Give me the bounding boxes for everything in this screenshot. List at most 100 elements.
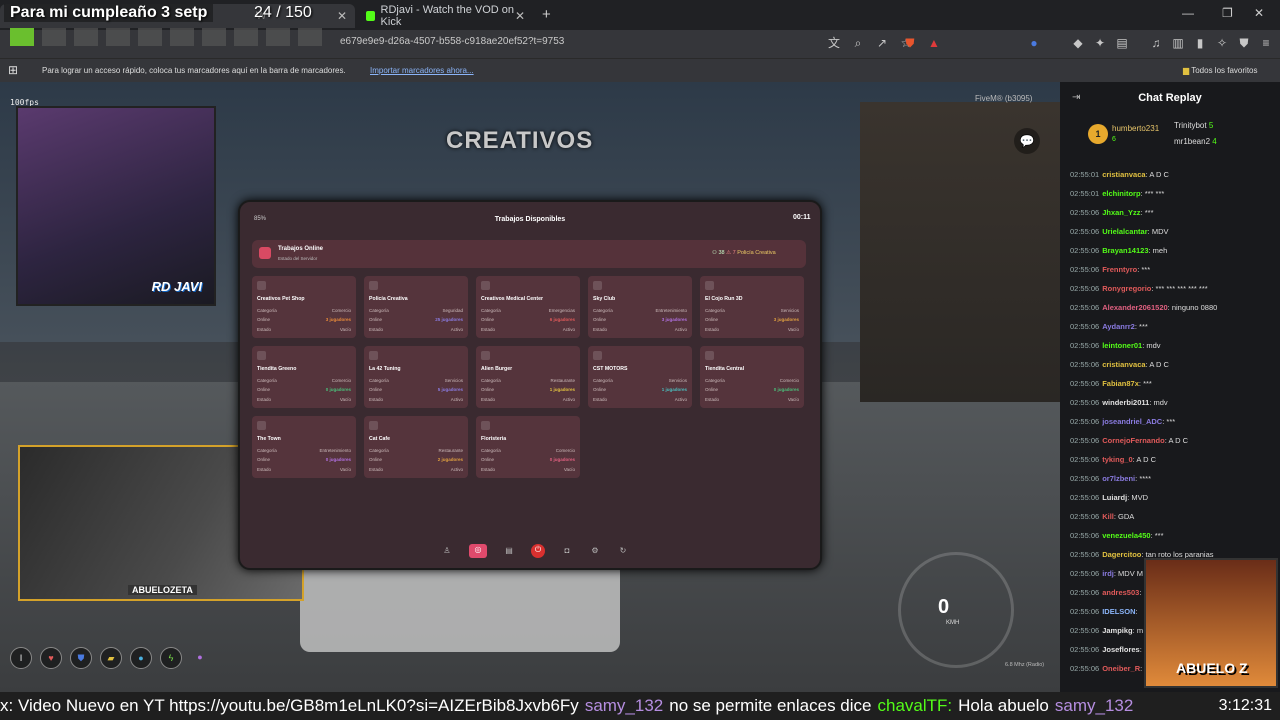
job-card[interactable]: Cat Cafe Categoría Restaurante Online 2 ju… <box>364 416 468 478</box>
new-tab-icon[interactable]: + <box>542 6 551 23</box>
progress-square <box>74 28 98 46</box>
message-user[interactable]: leintoner01 <box>1102 341 1142 350</box>
job-card[interactable]: Alien Burger Categoría Restaurante Online… <box>476 346 580 408</box>
job-label: Online <box>369 317 383 322</box>
message-user[interactable]: cristianvaca <box>1102 170 1145 179</box>
message-user[interactable]: Brayan14123 <box>1102 246 1148 255</box>
message-user[interactable]: tyking_0 <box>1102 455 1132 464</box>
maximize-icon[interactable]: ❐ <box>1222 6 1233 20</box>
job-card[interactable]: Creativos Medical Center Categoría Emerge… <box>476 276 580 338</box>
menu-icon[interactable]: ≡ <box>1258 35 1274 51</box>
stream-time: 3:12:31 <box>1214 697 1272 715</box>
message-user[interactable]: Aydanrr2 <box>1102 322 1135 331</box>
message-user[interactable]: venezuela450 <box>1102 531 1150 540</box>
webcam-abuelo-z: ABUELO Z <box>1144 558 1278 688</box>
tablet-title: Trabajos Disponibles <box>494 216 566 223</box>
message-user[interactable]: Dagercitoo <box>1102 550 1141 559</box>
job-card[interactable]: Tiendita Central Categoría Comercio Onlin… <box>700 346 804 408</box>
import-bookmarks-link[interactable]: Importar marcadores ahora... <box>370 66 474 75</box>
hunger-icon: ▰ <box>100 647 122 669</box>
media-icon[interactable]: ♫ <box>1148 35 1164 51</box>
message-user[interactable]: irdj <box>1102 569 1114 578</box>
job-row: Estado Vacío <box>705 397 799 402</box>
power-icon[interactable]: ⏻ <box>531 544 545 558</box>
message-user[interactable]: Urielalcantar <box>1102 227 1147 236</box>
job-row: Online 0 jugadores <box>705 387 799 392</box>
message-time: 02:55:06 <box>1070 322 1100 331</box>
job-row: Categoría Servicios <box>705 308 799 313</box>
wallet-icon[interactable]: ◆ <box>1070 35 1086 51</box>
message-user[interactable]: elchinitorp <box>1102 189 1140 198</box>
job-card[interactable]: La 42 Tuning Categoría Servicios Online 5 … <box>364 346 468 408</box>
job-row: Categoría Servicios <box>593 378 687 383</box>
job-row: Categoría Comercio <box>257 308 351 313</box>
user-icon[interactable]: ♙ <box>441 545 453 557</box>
share-icon[interactable]: ↗ <box>874 35 890 51</box>
translate-icon[interactable]: 文 <box>826 35 842 51</box>
url-field[interactable]: e679e9e9-d26a-4507-b558-c918ae20ef52?t=9… <box>340 36 564 47</box>
message-user[interactable]: Alexander2061520 <box>1102 303 1167 312</box>
message-user[interactable]: Joseflores <box>1102 645 1140 654</box>
leader-name: mr1bean2 <box>1174 137 1211 146</box>
jobs-app-icon[interactable]: ◎ <box>469 544 487 558</box>
message-user[interactable]: cristianvaca <box>1102 360 1145 369</box>
leader-item[interactable]: Trinitybot 5 <box>1174 121 1213 130</box>
message-user[interactable]: CornejoFernando <box>1102 436 1165 445</box>
message-user[interactable]: Fabian87x <box>1102 379 1139 388</box>
stat-link[interactable]: Policía Creativa <box>737 250 776 256</box>
brave-rewards-icon[interactable]: ▲ <box>926 35 942 51</box>
job-card[interactable]: Sky Club Categoría Entretenimiento Online… <box>588 276 692 338</box>
bookmark-icon[interactable]: ▮ <box>1192 35 1208 51</box>
leader-name[interactable]: humberto231 <box>1112 124 1159 133</box>
brave-shield-icon[interactable]: ⛊ <box>902 35 918 51</box>
message-user[interactable]: or7lzbeni <box>1102 474 1135 483</box>
job-card[interactable]: CST MOTORS Categoría Servicios Online 1 ju… <box>588 346 692 408</box>
leader-name: Trinitybot <box>1174 121 1207 130</box>
close-window-icon[interactable]: ✕ <box>1254 6 1264 20</box>
all-bookmarks-button[interactable]: ▆ Todos los favoritos <box>1183 66 1258 75</box>
camera-icon[interactable]: ◘ <box>561 545 573 557</box>
job-card[interactable]: The Town Categoría Entretenimiento Online… <box>252 416 356 478</box>
message-user[interactable]: Oneiber_R <box>1102 664 1140 673</box>
reading-list-icon[interactable]: ▤ <box>1114 35 1130 51</box>
job-card[interactable]: Tiendita Greeno Categoría Comercio Online… <box>252 346 356 408</box>
leader-item[interactable]: mr1bean2 4 <box>1174 137 1217 146</box>
document-icon[interactable]: ▤ <box>503 545 515 557</box>
job-category: Restaurante <box>438 448 463 453</box>
message-user[interactable]: IDELSON <box>1102 607 1135 616</box>
job-card[interactable]: El Cojo Run 3D Categoría Servicios Online… <box>700 276 804 338</box>
sidebar-icon[interactable]: ▥ <box>1170 35 1186 51</box>
job-row: Online 1 jugadores <box>481 387 575 392</box>
job-card[interactable]: Policía Creativa Categoría Seguridad Onli… <box>364 276 468 338</box>
vpn-icon[interactable]: ● <box>1026 35 1042 51</box>
job-category: Emergencias <box>548 308 575 313</box>
apps-grid-icon[interactable]: ⊞ <box>8 63 18 77</box>
refresh-icon[interactable]: ↻ <box>617 545 629 557</box>
message-user[interactable]: Jhxan_Yzz <box>1102 208 1140 217</box>
stat-alerts: 7 <box>732 250 736 256</box>
close-tab-icon[interactable]: ✕ <box>337 9 347 23</box>
leo-ai-icon[interactable]: ✧ <box>1214 35 1230 51</box>
message-user[interactable]: winderbi2011 <box>1102 398 1149 407</box>
extensions-icon[interactable]: ✦ <box>1092 35 1108 51</box>
zoom-icon[interactable]: ⌕ <box>850 35 866 51</box>
close-tab-icon[interactable]: ✕ <box>515 9 525 23</box>
message-user[interactable]: Luiardj <box>1102 493 1127 502</box>
settings-icon[interactable]: ⚙ <box>589 545 601 557</box>
message-user[interactable]: Ronygregorio <box>1102 284 1151 293</box>
message-user[interactable]: andres503 <box>1102 588 1139 597</box>
minimize-icon[interactable]: — <box>1182 6 1194 20</box>
job-card[interactable]: Creativos Pet Shop Categoría Comercio Onl… <box>252 276 356 338</box>
chat-message: 02:55:01 elchinitorp: *** *** <box>1070 189 1275 208</box>
brave-icon[interactable]: ⛊ <box>1236 35 1252 51</box>
ticker-message: no se permite enlaces dice <box>669 696 872 715</box>
job-card[interactable]: Floristeria Categoría Comercio Online 0 ju… <box>476 416 580 478</box>
video-player[interactable]: 100fps CREATIVOS FiveM® (b3095) 💬 RD JAV… <box>0 82 1060 692</box>
message-user[interactable]: Kill <box>1102 512 1114 521</box>
kick-icon <box>366 11 375 21</box>
message-user[interactable]: Frenntyro <box>1102 265 1137 274</box>
tab-kick-vod[interactable]: RDjavi - Watch the VOD on Kick ✕ <box>358 4 533 28</box>
message-user[interactable]: joseandriel_ADC <box>1102 417 1162 426</box>
job-row: Online 5 jugadores <box>369 387 463 392</box>
message-user[interactable]: Jampikg <box>1102 626 1132 635</box>
